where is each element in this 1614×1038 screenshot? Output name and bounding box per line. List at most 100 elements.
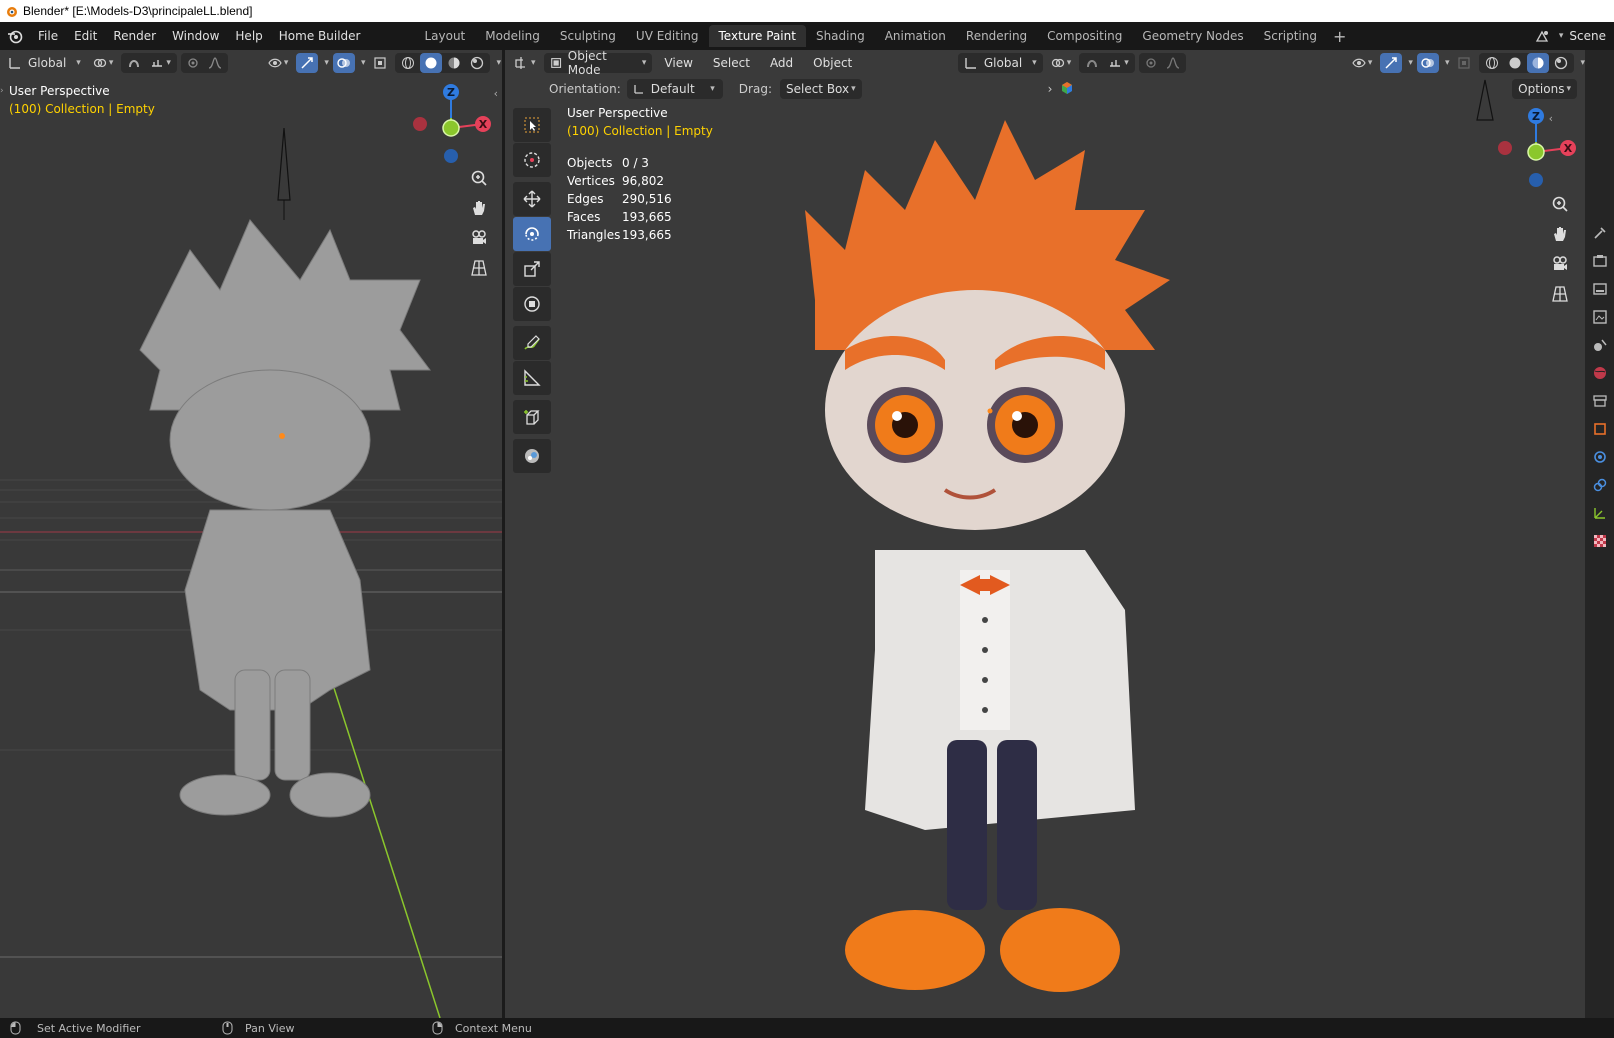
chevron-down-icon[interactable]: ▾ [496,58,501,68]
overlays-toggle-icon[interactable] [1416,53,1439,73]
tab-shading[interactable]: Shading [806,25,875,47]
rotate-tool[interactable] [513,217,551,251]
navigation-gizmo[interactable]: Z X [1489,104,1585,200]
physics-properties-icon[interactable] [1589,446,1611,468]
add-workspace-icon[interactable]: + [1327,27,1352,46]
wireframe-shading-icon[interactable] [397,53,419,73]
collection-properties-icon[interactable] [1589,390,1611,412]
data-properties-icon[interactable] [1589,502,1611,524]
xray-toggle-icon[interactable] [369,53,391,73]
pan-hand-icon[interactable] [1548,222,1572,246]
render-properties-icon[interactable] [1589,250,1611,272]
transform-orientation-label: Global [983,56,1023,70]
gizmo-toggle-icon[interactable] [1380,53,1403,73]
perspective-toggle-icon[interactable] [1548,282,1572,306]
tab-texture-paint[interactable]: Texture Paint [708,25,806,47]
pan-hand-icon[interactable] [467,196,491,220]
falloff-icon[interactable] [1162,53,1184,73]
chevron-down-icon[interactable]: ▾ [1445,58,1450,68]
chevron-down-icon[interactable]: ▾ [1408,58,1413,68]
rendered-shading-icon[interactable] [1550,53,1572,73]
texture-properties-icon[interactable] [1589,530,1611,552]
orientation-dropdown[interactable]: Default ▾ [626,79,723,99]
drag-dropdown[interactable]: Select Box ▾ [779,79,862,99]
navigation-gizmo[interactable]: Z X [404,80,500,176]
scale-tool[interactable] [513,252,551,286]
mode-dropdown[interactable]: Object Mode ▾ [543,50,653,77]
tab-layout[interactable]: Layout [414,25,475,47]
zoom-icon[interactable] [1548,192,1572,216]
transform-orientation-dropdown[interactable]: Global ▾ [957,53,1043,73]
editor-type-dropdown[interactable]: ▾ [509,53,540,73]
menu-window[interactable]: Window [164,22,227,50]
menu-render[interactable]: Render [105,22,164,50]
menu-help[interactable]: Help [227,22,270,50]
snap-increment-icon[interactable]: ▾ [1104,53,1133,73]
tab-uv-editing[interactable]: UV Editing [626,25,709,47]
menu-object[interactable]: Object [805,53,860,73]
menu-view[interactable]: View [656,53,700,73]
transform-tool[interactable] [513,287,551,321]
snap-increment-icon[interactable]: ▾ [146,53,175,73]
xray-toggle-icon[interactable] [1453,53,1475,73]
object-properties-icon[interactable] [1589,418,1611,440]
material-preview-shading-icon[interactable] [1527,53,1550,73]
tab-geometry-nodes[interactable]: Geometry Nodes [1132,25,1253,47]
constraint-properties-icon[interactable] [1589,474,1611,496]
perspective-toggle-icon[interactable] [467,256,491,280]
tab-scripting[interactable]: Scripting [1254,25,1327,47]
scene-properties-icon[interactable] [1589,334,1611,356]
world-properties-icon[interactable] [1589,362,1611,384]
cursor-tool[interactable] [513,143,551,177]
scene-selector[interactable]: ▾ Scene [1527,24,1614,48]
proportional-editing-icon[interactable] [183,53,203,73]
falloff-icon[interactable] [204,53,226,73]
menu-add[interactable]: Add [762,53,801,73]
add-cube-tool[interactable] [513,400,551,434]
paint-brush-tool[interactable] [513,439,551,473]
view-layer-properties-icon[interactable] [1589,306,1611,328]
solid-shading-icon[interactable] [420,53,443,73]
snap-icon[interactable] [1081,53,1103,73]
solid-shading-icon[interactable] [1504,53,1526,73]
camera-view-icon[interactable] [1548,252,1572,276]
move-tool[interactable] [513,182,551,216]
menu-select[interactable]: Select [705,53,758,73]
pivot-point-button[interactable]: ▾ [1047,53,1076,73]
visibility-icon[interactable]: ▾ [1348,53,1377,73]
gizmo-toggle-icon[interactable] [296,53,319,73]
proportional-editing-icon[interactable] [1141,53,1161,73]
sidebar-toggle-icon[interactable]: › [0,86,4,96]
viewport-right[interactable]: ▾ Object Mode ▾ View Select Add Object G… [505,50,1585,1018]
tab-modeling[interactable]: Modeling [475,25,550,47]
output-properties-icon[interactable] [1589,278,1611,300]
blender-menu-icon[interactable] [0,28,30,44]
overlays-toggle-icon[interactable] [332,53,355,73]
pivot-point-button[interactable]: ▾ [89,53,118,73]
expand-tool-settings-icon[interactable]: › [1048,82,1053,96]
viewport-left[interactable]: Global ▾ ▾ ▾ ▾ ▾ ▾ ▾ User Perspective (1… [0,50,502,1018]
tab-animation[interactable]: Animation [875,25,956,47]
wireframe-shading-icon[interactable] [1481,53,1503,73]
options-dropdown[interactable]: Options ▾ [1512,79,1577,99]
chevron-down-icon[interactable]: ▾ [361,58,366,68]
tab-sculpting[interactable]: Sculpting [550,25,626,47]
visibility-icon[interactable]: ▾ [264,53,293,73]
menu-home-builder[interactable]: Home Builder [271,22,369,50]
menu-file[interactable]: File [30,22,66,50]
color-picker-icon[interactable] [1060,81,1074,98]
annotate-tool[interactable] [513,326,551,360]
tab-rendering[interactable]: Rendering [956,25,1037,47]
tool-properties-icon[interactable] [1589,222,1611,244]
snap-icon[interactable] [123,53,145,73]
measure-tool[interactable] [513,361,551,395]
select-box-tool[interactable] [513,108,551,142]
rendered-shading-icon[interactable] [466,53,488,73]
chevron-down-icon[interactable]: ▾ [324,58,329,68]
camera-view-icon[interactable] [467,226,491,250]
material-preview-shading-icon[interactable] [443,53,465,73]
menu-edit[interactable]: Edit [66,22,105,50]
tab-compositing[interactable]: Compositing [1037,25,1132,47]
transform-orientation-dropdown[interactable]: Global ▾ [4,53,85,73]
zoom-icon[interactable] [467,166,491,190]
